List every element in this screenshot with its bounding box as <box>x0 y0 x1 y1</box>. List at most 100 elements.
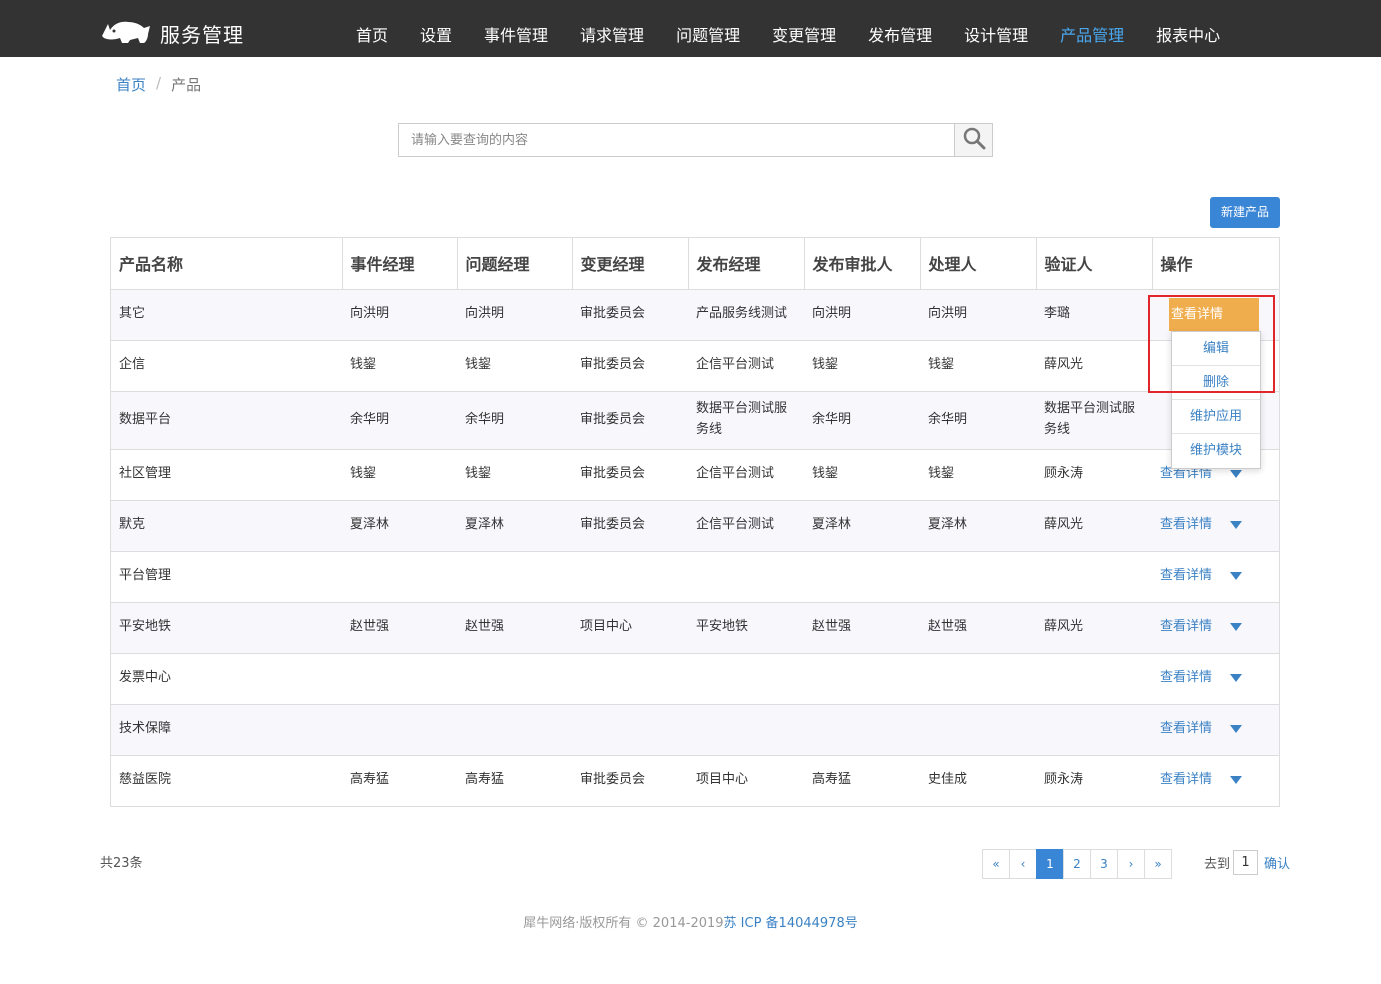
table-cell: 企信 <box>111 340 342 392</box>
search-bar <box>398 123 993 157</box>
view-details-link[interactable]: 查看详情 <box>1160 619 1212 634</box>
table-row: 技术保障 查看详情 <box>111 704 1279 756</box>
table-cell: 高寿猛 <box>350 772 390 788</box>
nav-item[interactable]: 发布管理 <box>852 0 948 57</box>
pagination: « ‹ 1 2 3 › » <box>982 849 1172 879</box>
table-cell <box>804 551 920 603</box>
table-cell: 向洪明 <box>342 289 457 341</box>
nav-item[interactable]: 产品管理 <box>1044 0 1140 57</box>
nav-item[interactable]: 报表中心 <box>1140 0 1236 57</box>
table-cell <box>572 551 688 603</box>
table-cell: 项目中心 <box>572 602 688 654</box>
nav-item[interactable]: 事件管理 <box>468 0 564 57</box>
page-last-button[interactable]: » <box>1144 849 1172 879</box>
table-cell: 产品服务线测试 <box>688 289 804 341</box>
page-button-1[interactable]: 1 <box>1036 849 1064 879</box>
table-cell: 审批委员会 <box>572 289 688 341</box>
new-product-button[interactable]: 新建产品 <box>1210 197 1280 228</box>
table-cell <box>342 551 457 603</box>
footer-copyright: 犀牛网络·版权所有 © 2014-2019 <box>523 916 724 931</box>
breadcrumb-separator: / <box>156 74 162 92</box>
nav-item[interactable]: 请求管理 <box>564 0 660 57</box>
table-cell: 项目中心 <box>696 772 749 788</box>
table-cell: 数据平台 <box>111 391 342 450</box>
page-button-3[interactable]: 3 <box>1090 849 1118 879</box>
dropdown-item[interactable]: 编辑 <box>1172 332 1260 366</box>
nav-item[interactable]: 首页 <box>340 0 404 57</box>
table-cell: 钱鋆 <box>804 340 920 392</box>
table-cell <box>804 653 920 705</box>
view-details-button-active[interactable]: 查看详情 <box>1169 298 1259 331</box>
search-input[interactable] <box>399 124 954 156</box>
actions-cell: 查看详情 <box>1152 602 1279 654</box>
table-cell: 夏泽林 <box>457 500 572 552</box>
dropdown-caret-icon[interactable] <box>1230 724 1243 733</box>
nav-item[interactable]: 问题管理 <box>660 0 756 57</box>
view-details-link[interactable]: 查看详情 <box>1160 517 1212 532</box>
footer-icp-link[interactable]: 苏 ICP 备14044978号 <box>724 916 858 931</box>
table-cell: 李璐 <box>1036 289 1152 341</box>
page-prev-button[interactable]: ‹ <box>1009 849 1037 879</box>
table-cell: 发票中心 <box>111 653 342 705</box>
table-cell: 钱鋆 <box>457 449 572 501</box>
dropdown-caret-icon[interactable] <box>1230 622 1243 631</box>
table-cell: 钱鋆 <box>342 449 457 501</box>
table-row: 其它 向洪明 向洪明 审批委员会 产品服务线测试 向洪明 向洪明 李璐 <box>111 289 1279 341</box>
dropdown-item[interactable]: 维护模块 <box>1172 434 1260 468</box>
table-cell: 企信平台测试 <box>688 500 804 552</box>
table-cell <box>572 704 688 756</box>
brand-title: 服务管理 <box>160 22 244 47</box>
table-cell <box>342 653 457 705</box>
dropdown-caret-icon[interactable] <box>1230 571 1243 580</box>
product-table: 产品名称 事件经理 问题经理 变更经理 发布经理 发布审批人 处理人 验证人 操作 其它 向洪明向… <box>110 237 1280 807</box>
dropdown-caret-icon[interactable] <box>1230 673 1243 682</box>
dropdown-caret-icon[interactable] <box>1230 775 1243 784</box>
table-cell: 数据平台测试服务线 <box>688 391 804 450</box>
main-nav: 首页 设置 事件管理 请求管理 问题管理 变更管理 发布管理 设计管理 产品管理 报表中心 <box>340 0 1236 57</box>
table-cell: 审批委员会 <box>580 772 646 788</box>
table-cell <box>1036 551 1152 603</box>
nav-item[interactable]: 设置 <box>404 0 468 57</box>
goto-confirm-button[interactable]: 确认 <box>1264 853 1290 872</box>
actions-dropdown-menu: 编辑 删除 维护应用 维护模块 <box>1171 331 1261 469</box>
total-count: 共23条 <box>100 856 143 871</box>
page-button-2[interactable]: 2 <box>1063 849 1091 879</box>
nav-item[interactable]: 变更管理 <box>756 0 852 57</box>
view-details-link[interactable]: 查看详情 <box>1160 568 1212 583</box>
table-cell: 平台管理 <box>111 551 342 603</box>
brand[interactable]: 服务管理 <box>100 16 244 50</box>
breadcrumb-home[interactable]: 首页 <box>116 74 146 95</box>
table-cell: 顾永涛 <box>1036 449 1152 501</box>
table-cell <box>688 653 804 705</box>
table-cell: 企信平台测试 <box>688 449 804 501</box>
view-details-link[interactable]: 查看详情 <box>1160 721 1212 736</box>
column-header: 发布审批人 <box>804 238 921 290</box>
table-row: 平台管理 查看详情 <box>111 551 1279 603</box>
table-cell: 数据平台测试服务线 <box>1036 391 1152 450</box>
page-first-button[interactable]: « <box>982 849 1010 879</box>
table-cell: 社区管理 <box>111 449 342 501</box>
table-cell: 夏泽林 <box>342 500 457 552</box>
dropdown-caret-icon[interactable] <box>1230 520 1243 529</box>
view-details-link[interactable]: 查看详情 <box>1160 772 1212 787</box>
dropdown-item[interactable]: 维护应用 <box>1172 400 1260 434</box>
search-button[interactable] <box>954 124 992 156</box>
dropdown-item[interactable]: 删除 <box>1172 366 1260 400</box>
top-navbar: 服务管理 首页 设置 事件管理 请求管理 问题管理 变更管理 发布管理 设计管理 产品管理 报表中… <box>0 0 1381 57</box>
view-details-link[interactable]: 查看详情 <box>1160 670 1212 685</box>
actions-cell: 查看详情 <box>1152 755 1279 806</box>
nav-item[interactable]: 设计管理 <box>948 0 1044 57</box>
table-cell: 钱鋆 <box>920 340 1036 392</box>
page-next-button[interactable]: › <box>1117 849 1145 879</box>
table-cell <box>1036 653 1152 705</box>
table-row: 默克 夏泽林 夏泽林 审批委员会 企信平台测试 夏泽林 夏泽林 薛风光 查看详情 <box>111 500 1279 552</box>
column-header: 产品名称 <box>111 238 343 290</box>
table-cell <box>1036 704 1152 756</box>
table-cell: 赵世强 <box>457 602 572 654</box>
table-cell: 薛风光 <box>1036 340 1152 392</box>
goto-page-input[interactable]: 1 <box>1233 850 1259 875</box>
table-cell: 顾永涛 <box>1044 772 1084 788</box>
column-header: 变更经理 <box>572 238 689 290</box>
dropdown-caret-icon[interactable] <box>1230 469 1243 478</box>
column-header: 事件经理 <box>342 238 458 290</box>
